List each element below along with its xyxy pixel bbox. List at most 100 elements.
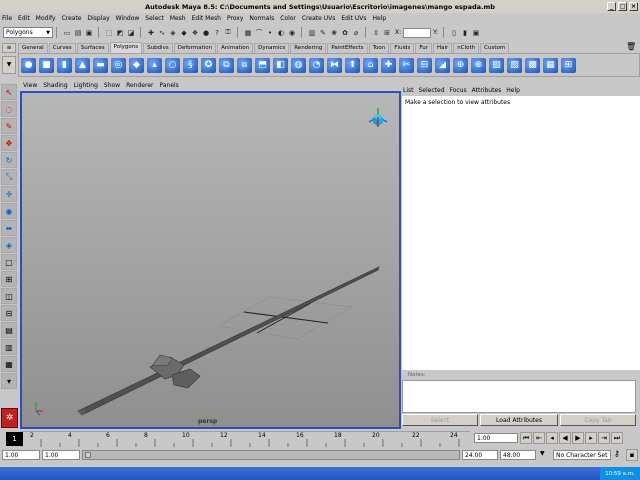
extract-icon[interactable]: ⬒ (255, 57, 270, 73)
deform-mask-icon[interactable]: ◆ (179, 28, 189, 38)
menu-mesh[interactable]: Mesh (170, 15, 186, 22)
shelf-menu-icon[interactable]: ▼ (2, 56, 16, 74)
go-to-start-icon[interactable]: ⏮ (520, 432, 532, 444)
trash-icon[interactable]: 🗑 (626, 42, 636, 52)
tab-painteffects[interactable]: PaintEffects (327, 43, 368, 53)
split-polygon-icon[interactable]: ✂ (399, 57, 414, 73)
menu-file[interactable]: File (2, 15, 12, 22)
history-icon[interactable]: ▥ (307, 28, 317, 38)
range-handle-start[interactable] (85, 452, 91, 458)
bridge-icon[interactable]: ⌂ (363, 57, 378, 73)
end-time-field[interactable]: 48.00 (500, 450, 536, 460)
save-scene-icon[interactable]: ▣ (84, 28, 94, 38)
smooth-icon[interactable]: ◍ (291, 57, 306, 73)
mirror-icon[interactable]: ⧓ (327, 57, 342, 73)
ae-menu-help[interactable]: Help (506, 87, 520, 94)
tab-deformation[interactable]: Deformation (173, 43, 217, 53)
poly-sphere-icon[interactable]: ● (21, 57, 36, 73)
poly-cylinder-icon[interactable]: ▮ (57, 57, 72, 73)
step-back-key-icon[interactable]: ⇤ (533, 432, 545, 444)
move-tool-icon[interactable]: ✥ (1, 135, 17, 151)
misc-mask-icon[interactable]: ? (212, 28, 222, 38)
tab-dynamics[interactable]: Dynamics (254, 43, 290, 53)
poly-helix-icon[interactable]: § (183, 57, 198, 73)
start-time-field[interactable]: 1.00 (2, 450, 40, 460)
automatic-mapping-icon[interactable]: ▦ (543, 57, 558, 73)
menu-set-dropdown[interactable]: Polygons ▼ (3, 27, 53, 38)
combine-icon[interactable]: ⧉ (219, 57, 234, 73)
snap-curve-icon[interactable]: ⌒ (254, 28, 264, 38)
uv-editor-icon[interactable]: ⊞ (561, 57, 576, 73)
load-attributes-button[interactable]: Load Attributes (480, 414, 558, 426)
dynamics-mask-icon[interactable]: ❖ (190, 28, 200, 38)
single-perspective-layout-icon[interactable]: ▢ (1, 254, 17, 270)
minimize-button[interactable]: _ (607, 2, 616, 11)
layout-options-icon[interactable]: ▾ (1, 373, 17, 389)
maximize-button[interactable]: □ (618, 2, 627, 11)
tab-curves[interactable]: Curves (48, 43, 76, 53)
cylindrical-mapping-icon[interactable]: ▨ (507, 57, 522, 73)
snap-grid-icon[interactable]: ▦ (243, 28, 253, 38)
separate-icon[interactable]: ⧈ (237, 57, 252, 73)
soft-modification-icon[interactable]: ◉ (1, 203, 17, 219)
poly-soccer-ball-icon[interactable]: ✪ (201, 57, 216, 73)
poly-cube-icon[interactable]: ■ (39, 57, 54, 73)
tab-animation[interactable]: Animation (217, 43, 254, 53)
menu-window[interactable]: Window (116, 15, 140, 22)
hypershade-layout-icon[interactable]: ▤ (1, 322, 17, 338)
copy-tab-button[interactable]: Copy Tab (560, 414, 636, 426)
close-button[interactable]: × (629, 2, 638, 11)
menu-proxy[interactable]: Proxy (227, 15, 243, 22)
ae-menu-attributes[interactable]: Attributes (472, 87, 502, 94)
panel-menu-panels[interactable]: Panels (159, 82, 178, 89)
render-settings-icon[interactable]: ✿ (340, 28, 350, 38)
select-object-icon[interactable]: ◩ (115, 28, 125, 38)
ipr-render-icon[interactable]: ❀ (329, 28, 339, 38)
universal-manipulator-icon[interactable]: ✛ (1, 186, 17, 202)
tab-ncloth[interactable]: nCloth (453, 43, 480, 53)
menu-normals[interactable]: Normals (249, 15, 274, 22)
menu-edit-mesh[interactable]: Edit Mesh (192, 15, 221, 22)
menu-help[interactable]: Help (373, 15, 387, 22)
playback-end-field[interactable]: 24.00 (462, 450, 498, 460)
four-view-layout-icon[interactable]: ⊞ (1, 271, 17, 287)
menu-color[interactable]: Color (280, 15, 296, 22)
shelf-options-icon[interactable]: ≡ (2, 43, 16, 53)
tab-fluids[interactable]: Fluids (390, 43, 415, 53)
rotate-tool-icon[interactable]: ↻ (1, 152, 17, 168)
step-forward-key-icon[interactable]: ⇥ (598, 432, 610, 444)
menu-modify[interactable]: Modify (36, 15, 56, 22)
menu-edit-uvs[interactable]: Edit UVs (341, 15, 366, 22)
bevel-icon[interactable]: ◢ (435, 57, 450, 73)
menu-create[interactable]: Create (62, 15, 82, 22)
current-frame-marker[interactable]: 1 (6, 432, 23, 446)
panel-menu-lighting[interactable]: Lighting (74, 82, 98, 89)
tab-general[interactable]: General (18, 43, 48, 53)
curve-mask-icon[interactable]: ∿ (157, 28, 167, 38)
lasso-tool-icon[interactable]: ◌ (1, 101, 17, 117)
pick-mask-icon[interactable]: ✚ (146, 28, 156, 38)
panel-menu-view[interactable]: View (23, 82, 37, 89)
select-button[interactable]: Select (402, 414, 478, 426)
panel-menu-renderer[interactable]: Renderer (126, 82, 153, 89)
snap-live-icon[interactable]: ◉ (287, 28, 297, 38)
spherical-mapping-icon[interactable]: ▩ (525, 57, 540, 73)
menu-select[interactable]: Select (145, 15, 164, 22)
select-hierarchy-icon[interactable]: ⬚ (104, 28, 114, 38)
tab-surfaces[interactable]: Surfaces (76, 43, 109, 53)
tab-polygons[interactable]: Polygons (109, 42, 143, 53)
menu-edit[interactable]: Edit (18, 15, 30, 22)
open-scene-icon[interactable]: ▤ (73, 28, 83, 38)
append-polygon-icon[interactable]: ✚ (381, 57, 396, 73)
boolean-icon[interactable]: ◧ (273, 57, 288, 73)
persp-hypershade-layout-icon[interactable]: ▥ (1, 339, 17, 355)
persp-graph-layout-icon[interactable]: ⊟ (1, 305, 17, 321)
play-backwards-icon[interactable]: ◀ (559, 432, 571, 444)
playback-start-field[interactable]: 1.00 (42, 450, 80, 460)
auto-key-icon[interactable]: ⚷ (614, 449, 620, 458)
tab-custom[interactable]: Custom (480, 43, 510, 53)
step-back-frame-icon[interactable]: ◂ (546, 432, 558, 444)
menu-display[interactable]: Display (88, 15, 110, 22)
poly-prism-icon[interactable]: ◆ (129, 57, 144, 73)
go-to-end-icon[interactable]: ⏭ (611, 432, 623, 444)
